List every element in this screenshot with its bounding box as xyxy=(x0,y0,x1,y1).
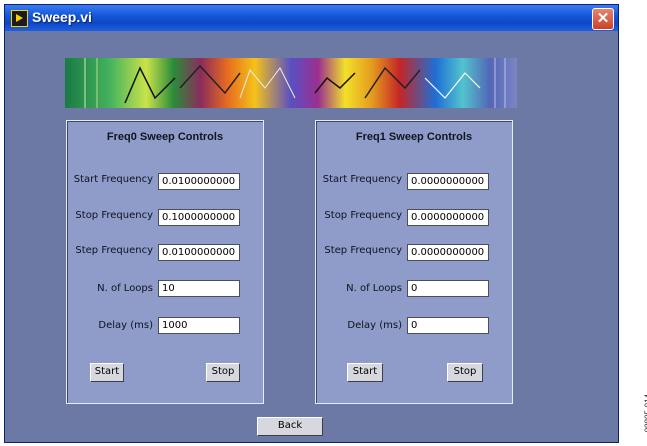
freq1-start-button[interactable]: Start xyxy=(347,363,383,382)
freq1-delay-label: Delay (ms) xyxy=(347,320,402,331)
sweep-window: Sweep.vi ✕ Freq0 Sweep Controls Start Fr… xyxy=(4,4,619,443)
freq0-stop-button[interactable]: Stop xyxy=(206,363,240,382)
figure-tag: 09805-014 xyxy=(643,394,647,433)
freq1-step-frequency-label: Step Frequency xyxy=(324,245,402,256)
freq0-loops-input[interactable]: 10 xyxy=(158,280,240,297)
close-button[interactable]: ✕ xyxy=(592,8,614,30)
freq0-delay-label: Delay (ms) xyxy=(98,320,153,331)
freq0-loops-label: N. of Loops xyxy=(97,283,153,294)
freq1-start-frequency-label: Start Frequency xyxy=(322,174,402,185)
freq0-delay-input[interactable]: 1000 xyxy=(158,317,240,334)
freq1-stop-frequency-input[interactable]: 0.0000000000 xyxy=(407,209,489,226)
freq0-panel-title: Freq0 Sweep Controls xyxy=(106,131,224,143)
freq1-stop-frequency-label: Stop Frequency xyxy=(324,210,402,221)
freq0-step-frequency-input[interactable]: 0.0100000000 xyxy=(158,244,240,261)
freq0-sweep-panel: Freq0 Sweep Controls Start Frequency 0.0… xyxy=(66,120,264,404)
freq0-stop-frequency-input[interactable]: 0.1000000000 xyxy=(158,209,240,226)
freq0-step-frequency-label: Step Frequency xyxy=(75,245,153,256)
window-title: Sweep.vi xyxy=(32,9,92,25)
back-button[interactable]: Back xyxy=(257,417,323,436)
title-bar[interactable]: Sweep.vi ✕ xyxy=(5,5,618,31)
freq1-panel-title: Freq1 Sweep Controls xyxy=(355,131,473,143)
freq1-loops-input[interactable]: 0 xyxy=(407,280,489,297)
decorative-banner-image xyxy=(65,58,517,108)
freq0-stop-frequency-label: Stop Frequency xyxy=(75,210,153,221)
freq1-step-frequency-input[interactable]: 0.0000000000 xyxy=(407,244,489,261)
banner-graphic xyxy=(84,58,506,108)
freq1-loops-label: N. of Loops xyxy=(346,283,402,294)
freq1-start-frequency-input[interactable]: 0.0000000000 xyxy=(407,173,489,190)
freq0-start-button[interactable]: Start xyxy=(90,363,124,382)
freq0-start-frequency-input[interactable]: 0.0100000000 xyxy=(158,173,240,190)
freq0-start-frequency-label: Start Frequency xyxy=(73,174,153,185)
freq1-delay-input[interactable]: 0 xyxy=(407,317,489,334)
labview-app-icon xyxy=(11,10,28,27)
freq1-sweep-panel: Freq1 Sweep Controls Start Frequency 0.0… xyxy=(315,120,513,404)
freq1-stop-button[interactable]: Stop xyxy=(447,363,483,382)
